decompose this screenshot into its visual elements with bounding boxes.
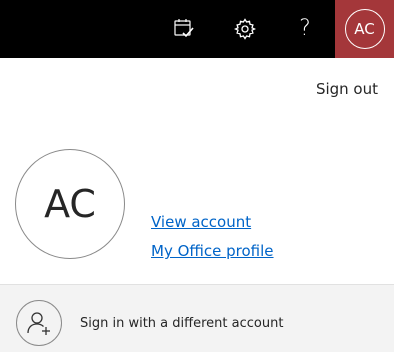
view-account-link[interactable]: View account [151,213,251,231]
calendar-check-icon[interactable] [155,0,213,58]
sign-in-different-account-label: Sign in with a different account [80,316,284,331]
avatar: AC [15,149,125,259]
top-bar: ? AC [0,0,394,58]
sign-out-link[interactable]: Sign out [316,80,378,98]
office-profile-link[interactable]: My Office profile [151,242,274,260]
add-person-icon [16,300,62,346]
account-initials-badge: AC [344,9,385,49]
help-icon[interactable]: ? [276,0,334,58]
account-tile-button[interactable]: AC [335,0,394,58]
sign-in-different-account-button[interactable]: Sign in with a different account [0,284,394,352]
help-icon-glyph: ? [299,16,311,41]
gear-icon[interactable] [216,0,274,58]
